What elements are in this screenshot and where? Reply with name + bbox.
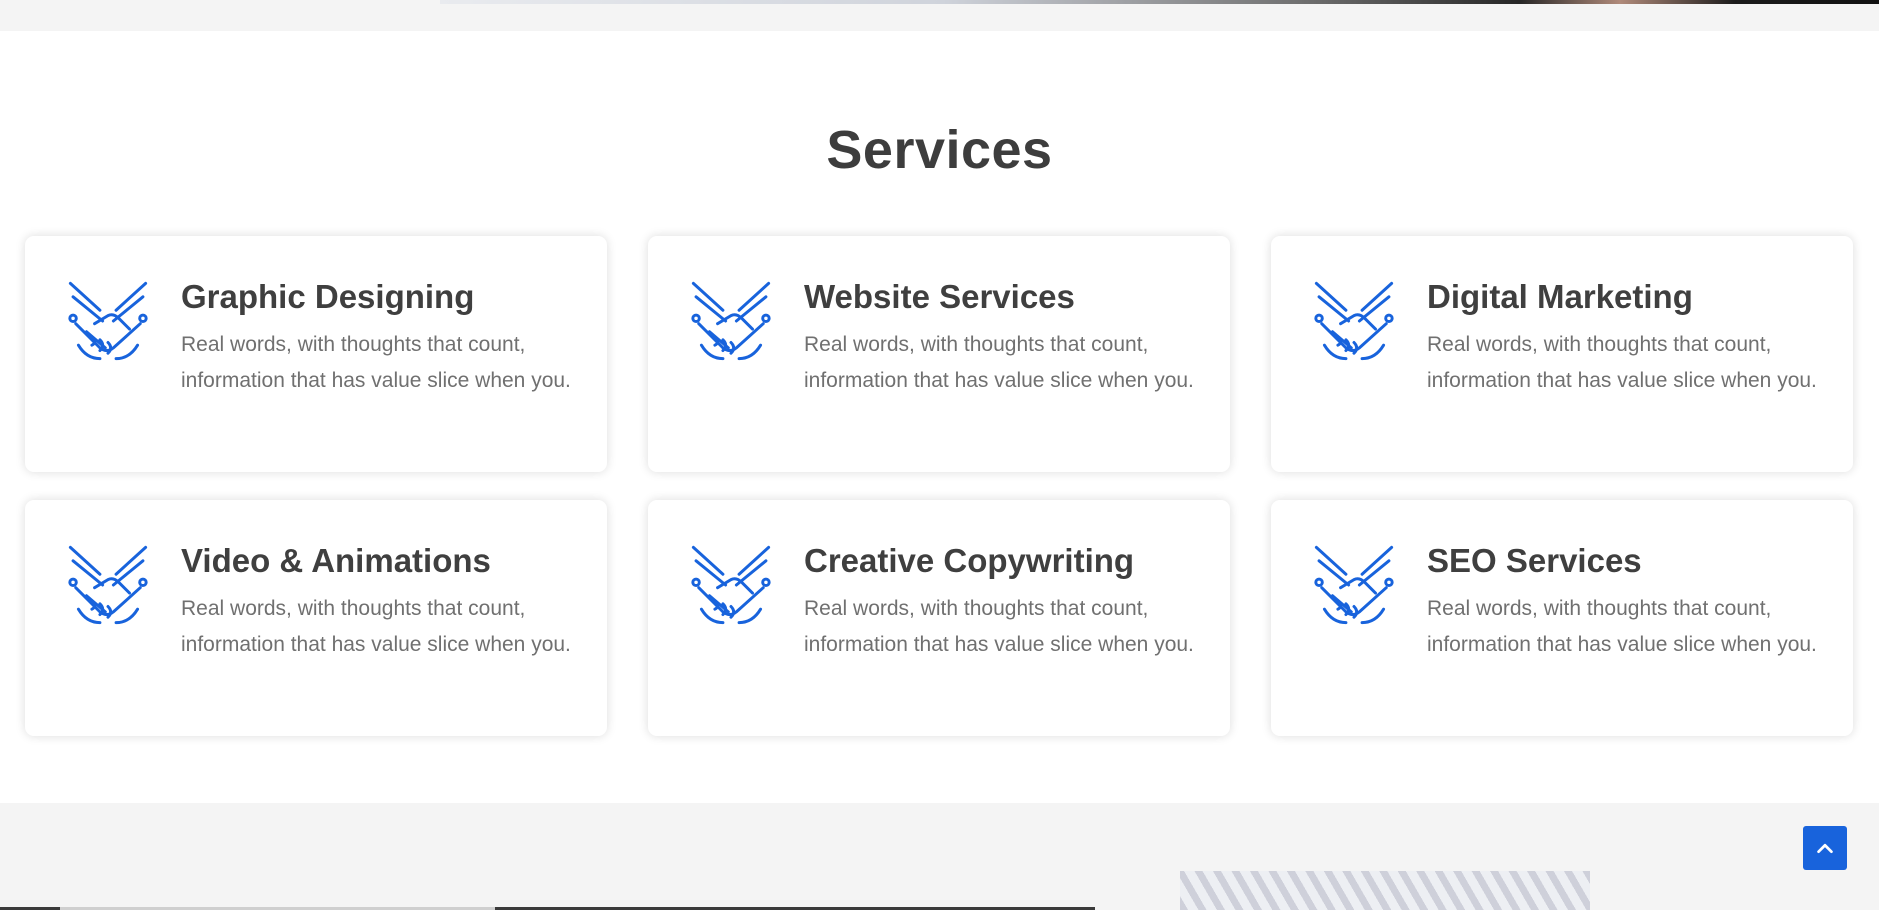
service-card-graphic-designing[interactable]: Graphic Designing Real words, with thoug… (25, 236, 607, 472)
service-title: SEO Services (1427, 542, 1642, 579)
service-description: Real words, with thoughts that count, in… (1427, 597, 1817, 656)
handshake-icon (1311, 542, 1397, 628)
service-description: Real words, with thoughts that count, in… (804, 333, 1194, 392)
service-title: Video & Animations (181, 542, 491, 579)
service-card-seo-services[interactable]: SEO Services Real words, with thoughts t… (1271, 500, 1853, 736)
handshake-icon (65, 542, 151, 628)
handshake-icon (1311, 278, 1397, 364)
service-description: Real words, with thoughts that count, in… (804, 597, 1194, 656)
handshake-icon (65, 278, 151, 364)
service-title: Digital Marketing (1427, 278, 1693, 315)
service-card-website-services[interactable]: Website Services Real words, with though… (648, 236, 1230, 472)
next-section-band (0, 803, 1879, 910)
service-description: Real words, with thoughts that count, in… (1427, 333, 1817, 392)
service-card-video-animations[interactable]: Video & Animations Real words, with thou… (25, 500, 607, 736)
service-description: Real words, with thoughts that count, in… (181, 333, 571, 392)
section-title: Services (826, 120, 1053, 180)
service-description: Real words, with thoughts that count, in… (181, 597, 571, 656)
handshake-icon (688, 542, 774, 628)
hero-image-edge (440, 0, 1879, 4)
service-card-creative-copywriting[interactable]: Creative Copywriting Real words, with th… (648, 500, 1230, 736)
service-card-digital-marketing[interactable]: Digital Marketing Real words, with thoug… (1271, 236, 1853, 472)
services-section: Services Graphic Designing Real words, w… (0, 31, 1879, 803)
handshake-icon (688, 278, 774, 364)
back-to-top-button[interactable] (1803, 826, 1847, 870)
service-title: Creative Copywriting (804, 542, 1135, 579)
service-title: Website Services (804, 278, 1075, 315)
chevron-up-icon (1814, 837, 1836, 859)
decorative-pattern (1180, 871, 1590, 910)
previous-section-edge (0, 0, 1879, 31)
service-title: Graphic Designing (181, 278, 475, 315)
